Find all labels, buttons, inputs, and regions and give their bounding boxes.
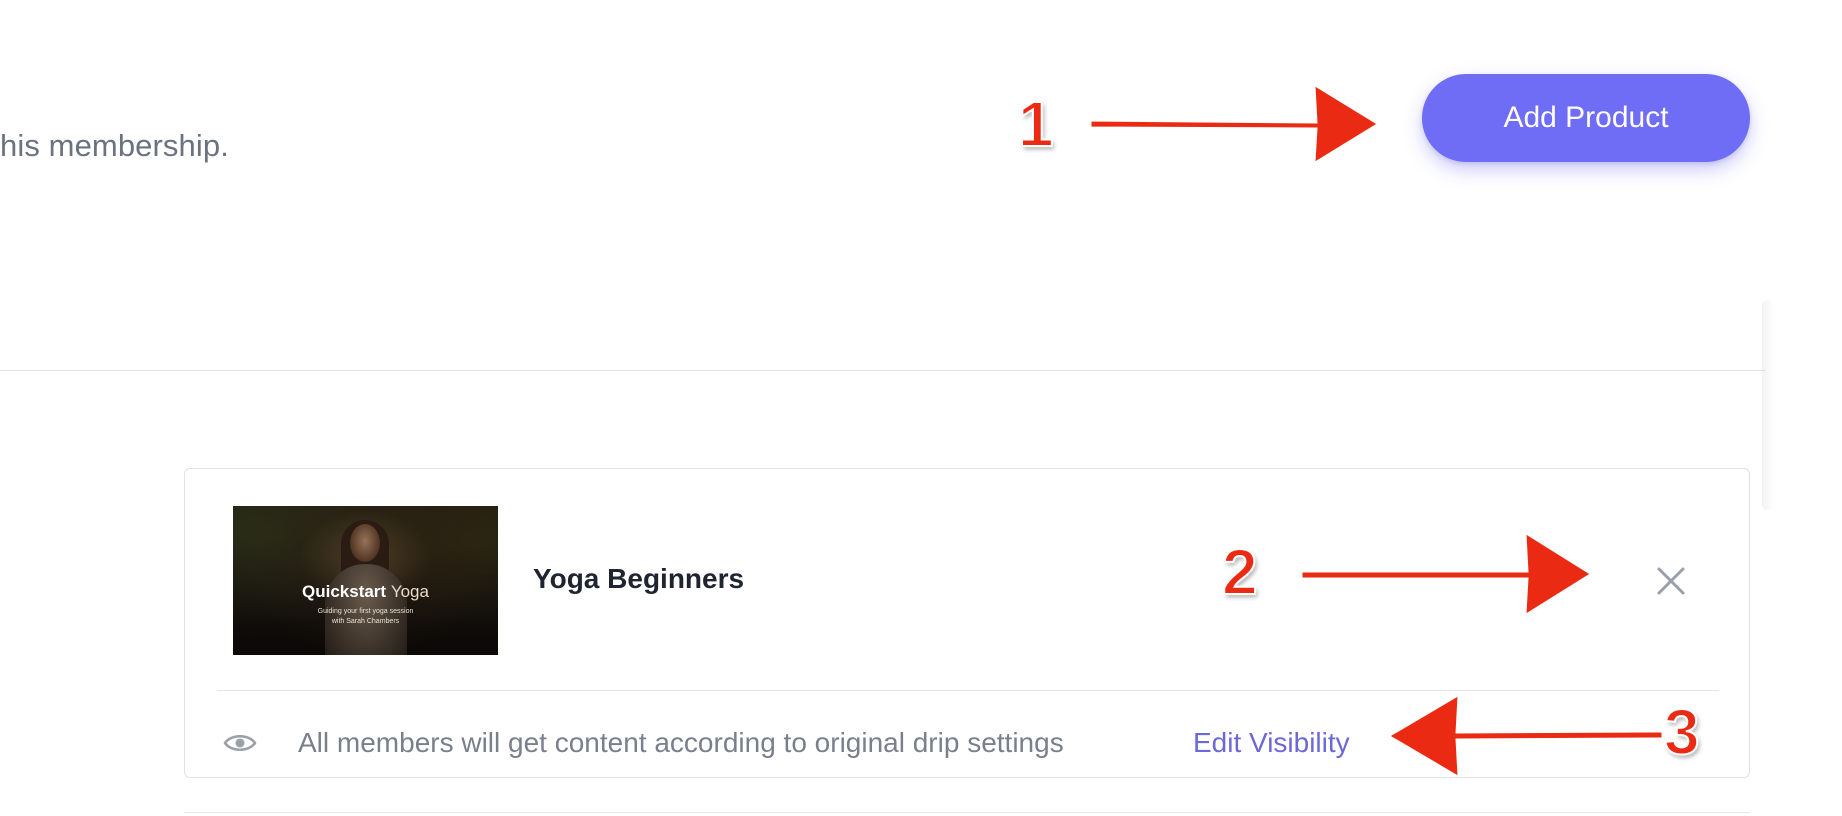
card-divider <box>217 690 1719 691</box>
annotation-number-3: 3 <box>1663 696 1701 768</box>
side-panel-edge <box>1762 300 1774 510</box>
thumbnail-overlay <box>233 506 498 655</box>
annotation-arrow-2 <box>1301 533 1591 615</box>
remove-product-button[interactable] <box>1651 561 1691 601</box>
membership-products-page: his membership. Add Product Quickstart Y… <box>0 0 1842 816</box>
product-thumbnail: Quickstart Yoga Guiding your first yoga … <box>233 506 498 655</box>
product-title: Yoga Beginners <box>533 563 745 594</box>
annotation-arrow-3 <box>1389 695 1663 777</box>
close-icon <box>1657 567 1685 595</box>
next-card-edge <box>184 812 1750 813</box>
thumbnail-subtitle-line2: with Sarah Chambers <box>331 618 400 625</box>
annotation-number-1: 1 <box>1017 88 1055 160</box>
thumbnail-title-accent: Yoga <box>390 582 429 601</box>
annotation-number-2: 2 <box>1221 536 1259 608</box>
membership-description: his membership. <box>0 128 229 163</box>
thumbnail-subtitle-line1: Guiding your first yoga session <box>317 608 414 615</box>
section-divider <box>0 370 1765 371</box>
thumbnail-title: Quickstart Yoga <box>233 582 498 602</box>
thumbnail-title-main: Quickstart <box>302 582 387 601</box>
edit-visibility-link[interactable]: Edit Visibility <box>1193 727 1350 759</box>
annotation-arrow-1 <box>1090 85 1378 163</box>
add-product-button[interactable]: Add Product <box>1422 74 1750 162</box>
visibility-description: All members will get content according t… <box>298 727 1064 758</box>
eye-icon <box>223 734 257 752</box>
